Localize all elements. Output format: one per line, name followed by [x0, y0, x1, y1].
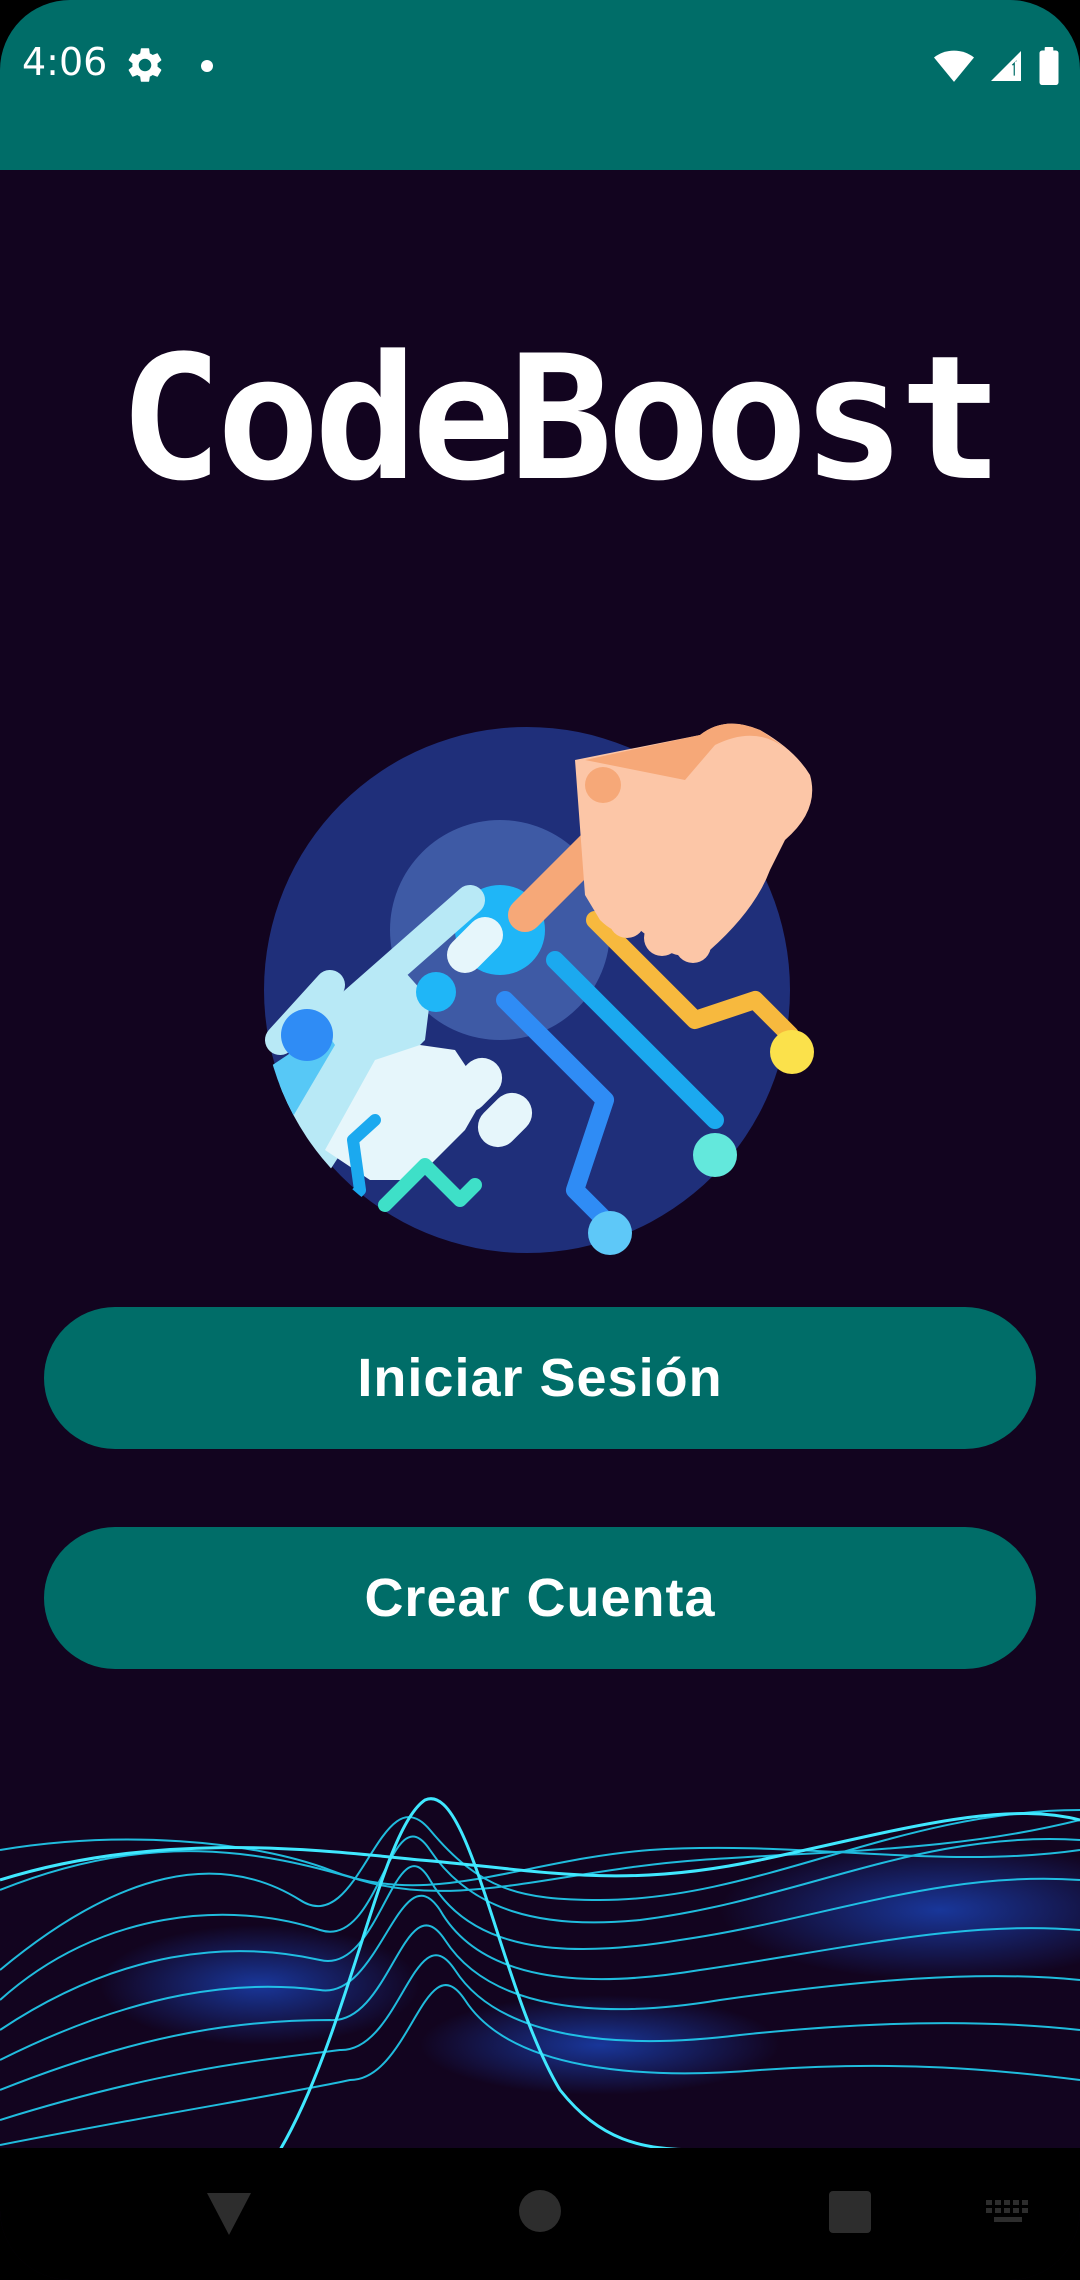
create-account-button[interactable]: Crear Cuenta	[44, 1527, 1036, 1669]
keyboard-icon[interactable]	[986, 2200, 1030, 2226]
status-time: 4:06	[22, 40, 108, 84]
cellular-signal-icon	[991, 51, 1021, 81]
recents-icon[interactable]	[829, 2191, 871, 2233]
battery-icon	[1039, 47, 1059, 85]
hand-touching-circuit-illustration	[264, 723, 814, 1255]
back-icon[interactable]	[205, 2191, 253, 2237]
wifi-icon	[934, 50, 974, 82]
settings-icon	[128, 48, 162, 82]
navigation-bar	[0, 2148, 1080, 2280]
notification-dot-icon	[201, 60, 213, 72]
home-icon[interactable]	[519, 2190, 561, 2232]
app-screen: 4:06 CodeBoost Iniciar Sesión Crear Cuen…	[0, 0, 1080, 2280]
status-icons	[934, 44, 1060, 88]
login-button[interactable]: Iniciar Sesión	[44, 1307, 1036, 1449]
status-bar: 4:06	[0, 0, 1080, 170]
app-title: CodeBoost	[119, 318, 1003, 519]
decorative-waves	[0, 1797, 1080, 2150]
